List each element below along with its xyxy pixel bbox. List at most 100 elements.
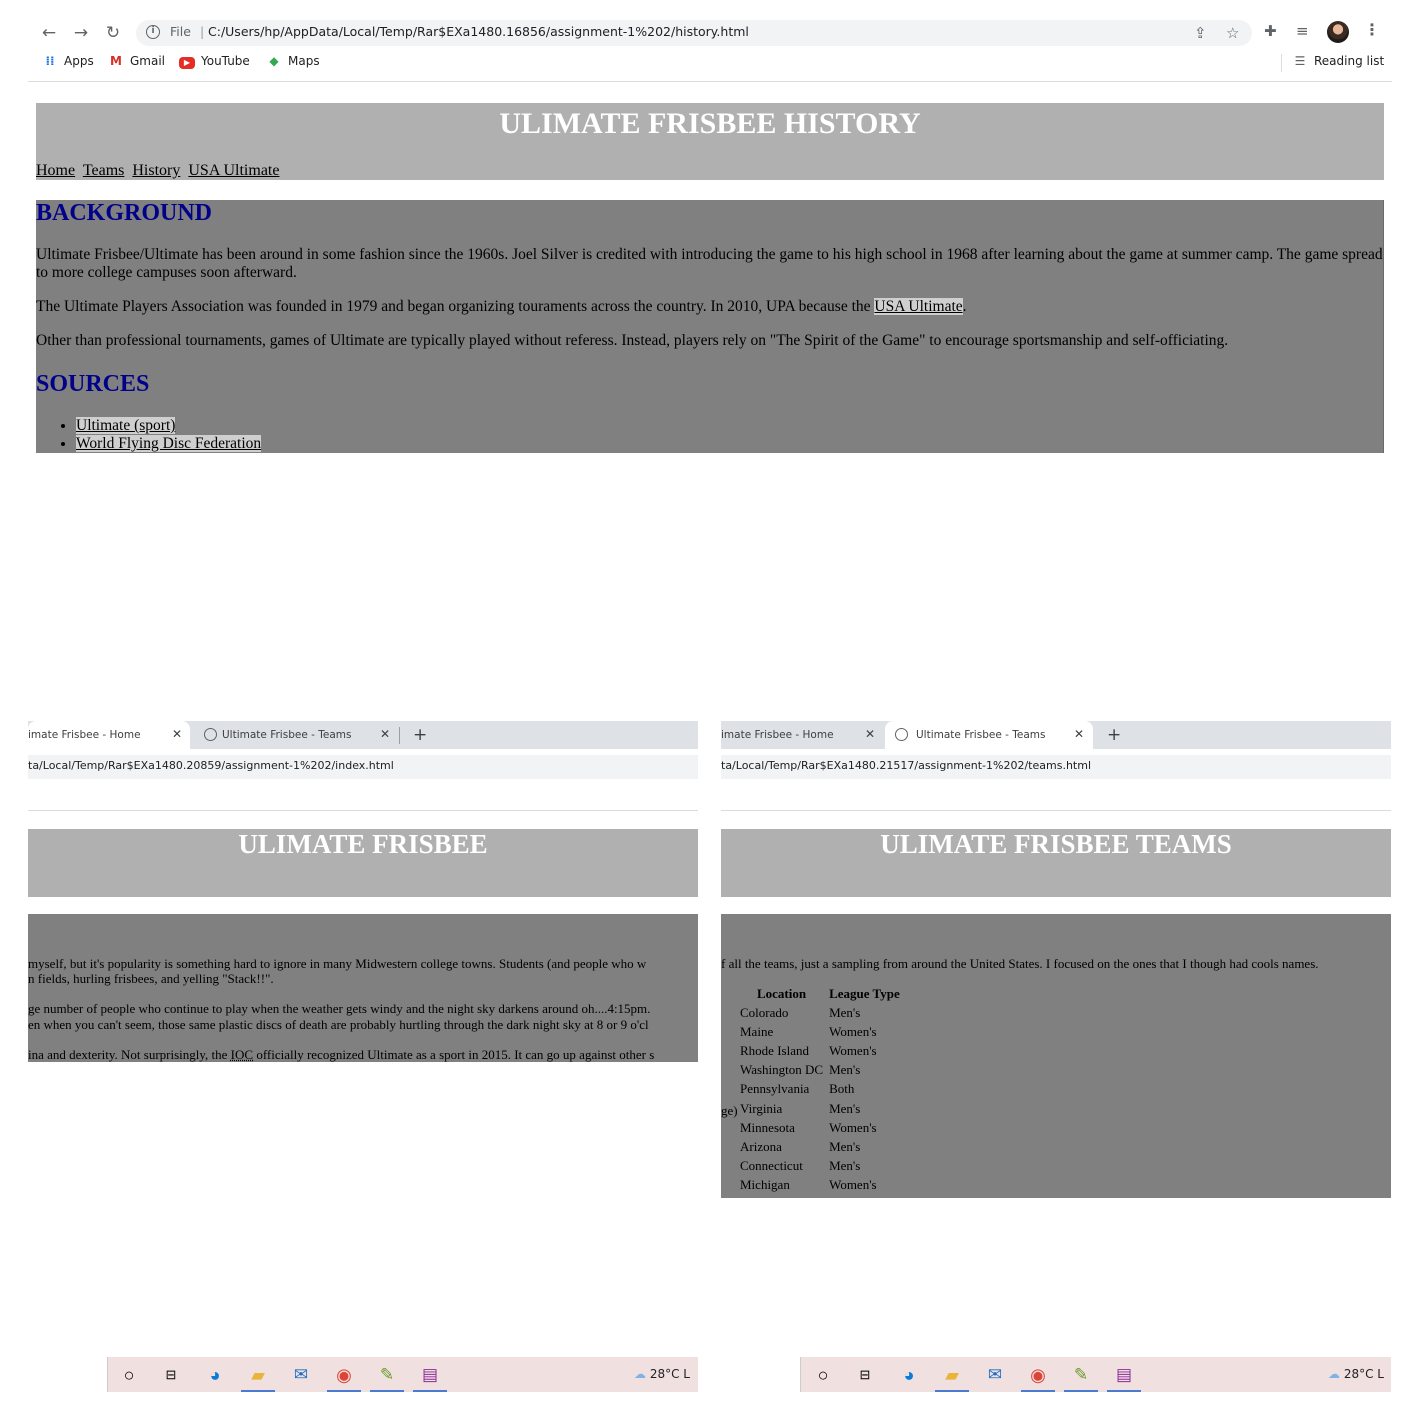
taskbar: ○ ⊟ ◕ ▰ ✉ ◉ ✎ ▤ ☁ 28°C L	[28, 1357, 698, 1392]
text-line: ina and dexterity. Not surprisingly, the…	[28, 1047, 655, 1062]
nav-link-usa-ultimate[interactable]: USA Ultimate	[188, 162, 279, 179]
winrar-icon[interactable]: ▤	[413, 1364, 447, 1392]
table-row: Washington DC Men's	[740, 1062, 861, 1078]
gmail-icon: M	[110, 54, 122, 68]
profile-avatar[interactable]	[1327, 21, 1349, 43]
edge-icon[interactable]: ◕	[204, 1364, 226, 1386]
apps-grid-icon: ⁞⁞	[45, 54, 55, 68]
media-queue-icon[interactable]: ≡	[1296, 22, 1309, 40]
tab-divider	[399, 727, 400, 744]
address-url[interactable]: ta/Local/Temp/Rar$EXa1480.21517/assignme…	[721, 759, 1091, 772]
text-line: n fields, hurling frisbees, and yelling …	[28, 971, 274, 986]
table-row: Connecticut Men's	[740, 1158, 861, 1174]
intro-text: f all the teams, just a sampling from ar…	[721, 956, 1319, 971]
task-view-icon[interactable]: ⊟	[160, 1364, 182, 1386]
bookmarks-bar: ⁞⁞ Apps M Gmail ▶ YouTube ◆ Maps ☰ Reading li…	[28, 52, 1392, 74]
mail-icon[interactable]: ✉	[290, 1364, 312, 1386]
cortana-circle-icon[interactable]: ○	[812, 1364, 834, 1386]
address-bar[interactable]: i File | C:/Users/hp/AppData/Local/Temp/…	[136, 20, 1252, 46]
close-icon[interactable]: ✕	[380, 727, 390, 741]
source-link-wfdf[interactable]: World Flying Disc Federation	[76, 435, 262, 452]
bookmark-gmail[interactable]: M Gmail	[108, 54, 165, 68]
extensions-puzzle-icon[interactable]: ✚	[1264, 22, 1277, 40]
paragraph-1: Ultimate Frisbee/Ultimate has been aroun…	[36, 246, 1383, 281]
toolbar-divider	[28, 810, 698, 811]
reading-list-icon: ☰	[1294, 54, 1306, 68]
address-bar[interactable]: ta/Local/Temp/Rar$EXa1480.21517/assignme…	[721, 755, 1391, 779]
bookmark-youtube[interactable]: ▶ YouTube	[179, 54, 250, 69]
new-tab-button[interactable]: +	[1107, 725, 1121, 745]
address-separator: |	[200, 24, 205, 39]
column-header-league-type: League Type	[829, 985, 900, 1001]
home-content: myself, but it's popularity is something…	[28, 914, 698, 1062]
browser-menu-icon[interactable]: ⋮	[1364, 20, 1380, 39]
cut-off-cell: ge)	[721, 1103, 738, 1118]
bookmarks-divider	[1281, 54, 1282, 72]
tab-home[interactable]: imate Frisbee - Home ✕	[721, 721, 883, 749]
table-row: Arizona Men's	[740, 1138, 861, 1154]
sources-list: Ultimate (sport) World Flying Disc Feder…	[76, 417, 262, 453]
bookmark-apps[interactable]: ⁞⁞ Apps	[42, 54, 93, 68]
source-link-ultimate[interactable]: Ultimate (sport)	[76, 417, 176, 434]
task-view-icon[interactable]: ⊟	[854, 1364, 876, 1386]
back-arrow-icon[interactable]: ←	[38, 22, 60, 44]
address-bar[interactable]: ta/Local/Temp/Rar$EXa1480.20859/assignme…	[28, 755, 698, 779]
notepad-icon[interactable]: ✎	[370, 1364, 404, 1392]
close-icon[interactable]: ✕	[1074, 727, 1084, 741]
info-icon[interactable]: i	[146, 25, 160, 39]
winrar-icon[interactable]: ▤	[1107, 1364, 1141, 1392]
weather-icon: ☁	[634, 1367, 646, 1381]
forward-arrow-icon[interactable]: →	[70, 22, 92, 44]
page-title: ULIMATE FRISBEE HISTORY	[499, 107, 921, 140]
reading-list-button[interactable]: ☰ Reading list	[1292, 54, 1385, 68]
bookmark-maps[interactable]: ◆ Maps	[266, 54, 319, 68]
weather-widget[interactable]: ☁ 28°C L	[634, 1367, 690, 1381]
tab-strip: imate Frisbee - Home ✕ Ultimate Frisbee …	[721, 721, 1391, 749]
cortana-circle-icon[interactable]: ○	[118, 1364, 140, 1386]
page-header: ULIMATE FRISBEE TEAMS	[721, 829, 1391, 897]
bookmark-star-icon[interactable]: ☆	[1226, 24, 1239, 42]
nav-link-teams[interactable]: Teams	[83, 162, 125, 179]
address-url[interactable]: C:/Users/hp/AppData/Local/Temp/Rar$EXa14…	[208, 24, 749, 39]
tab-teams[interactable]: Ultimate Frisbee - Teams ✕	[194, 721, 398, 749]
file-explorer-icon[interactable]: ▰	[241, 1364, 275, 1392]
close-icon[interactable]: ✕	[865, 727, 875, 741]
tab-strip: imate Frisbee - Home ✕ Ultimate Frisbee …	[28, 721, 698, 749]
page-header: ULIMATE FRISBEE HISTORY Home Teams Histo…	[36, 103, 1384, 180]
mail-icon[interactable]: ✉	[984, 1364, 1006, 1386]
chrome-icon[interactable]: ◉	[1021, 1364, 1055, 1392]
text-line: en when you can't seem, those same plast…	[28, 1017, 649, 1032]
notepad-icon[interactable]: ✎	[1064, 1364, 1098, 1392]
tab-home[interactable]: imate Frisbee - Home ✕	[28, 721, 190, 749]
taskbar-search-box[interactable]	[721, 1357, 801, 1392]
usa-ultimate-link[interactable]: USA Ultimate	[874, 298, 963, 315]
table-row: Pennsylvania Both	[740, 1081, 855, 1097]
toolbar-divider	[721, 810, 1391, 811]
history-content: BACKGROUND Ultimate Frisbee/Ultimate has…	[36, 200, 1384, 453]
nav-link-home[interactable]: Home	[36, 162, 75, 179]
page-header: ULIMATE FRISBEE	[28, 829, 698, 897]
table-row: Maine Women's	[740, 1023, 877, 1039]
taskbar-search-box[interactable]	[28, 1357, 108, 1392]
reload-icon[interactable]: ↻	[102, 22, 124, 44]
file-explorer-icon[interactable]: ▰	[935, 1364, 969, 1392]
chrome-icon[interactable]: ◉	[327, 1364, 361, 1392]
column-header-location: Location	[756, 985, 807, 1001]
table-row: Minnesota Women's	[740, 1119, 877, 1135]
share-icon[interactable]: ⇪	[1194, 24, 1207, 42]
maps-icon: ◆	[269, 54, 279, 68]
text-line: ge number of people who continue to play…	[28, 1001, 651, 1016]
close-icon[interactable]: ✕	[172, 727, 182, 741]
sources-heading: SOURCES	[36, 371, 150, 397]
page-title: ULIMATE FRISBEE TEAMS	[880, 829, 1232, 859]
address-url[interactable]: ta/Local/Temp/Rar$EXa1480.20859/assignme…	[28, 759, 394, 772]
nav-link-history[interactable]: History	[132, 162, 180, 179]
site-nav: Home Teams History USA Ultimate	[36, 162, 283, 180]
edge-icon[interactable]: ◕	[898, 1364, 920, 1386]
ioc-abbreviation: IOC	[230, 1047, 254, 1062]
tab-teams[interactable]: Ultimate Frisbee - Teams ✕	[885, 721, 1093, 749]
file-label: File	[170, 24, 191, 39]
weather-widget[interactable]: ☁ 28°C L	[1328, 1367, 1384, 1381]
new-tab-button[interactable]: +	[413, 725, 427, 745]
list-item: World Flying Disc Federation	[76, 435, 262, 453]
